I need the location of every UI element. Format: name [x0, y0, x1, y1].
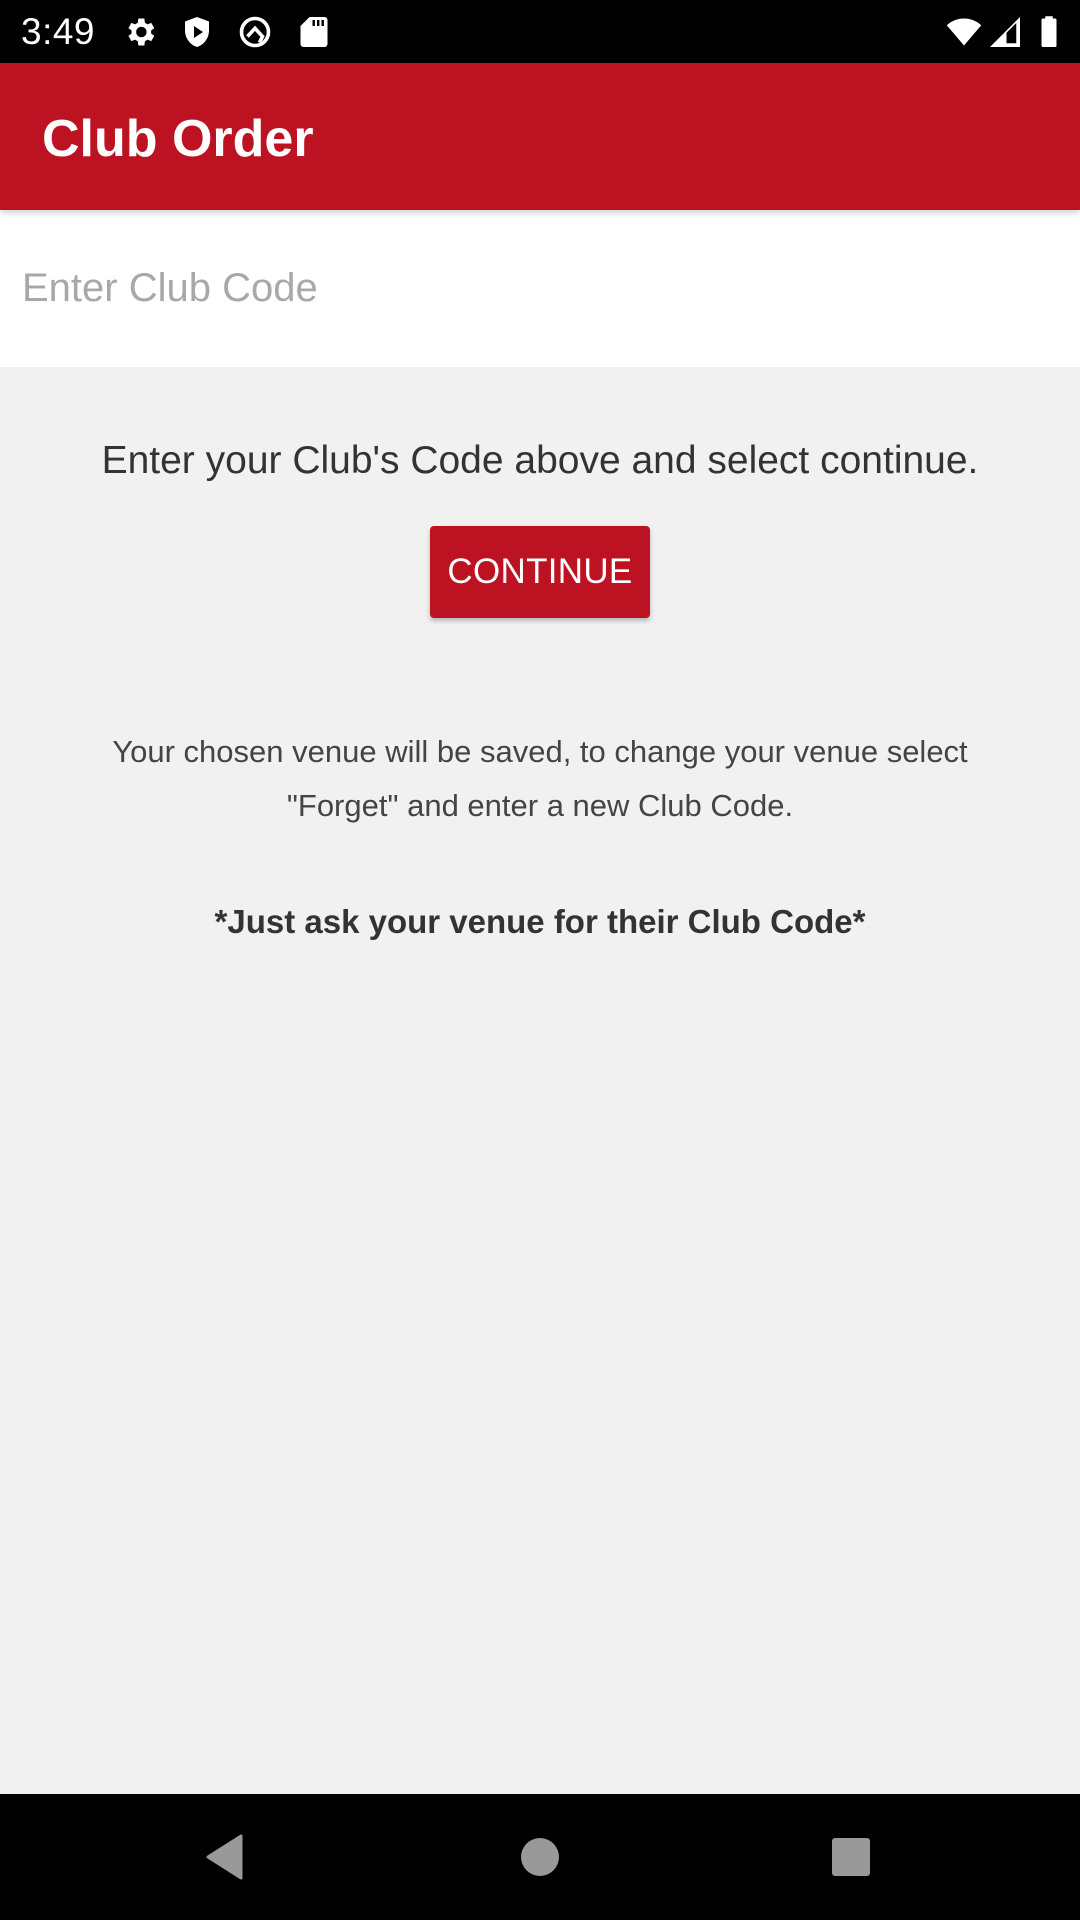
- nav-recents-button[interactable]: [811, 1824, 891, 1890]
- battery-icon: [1031, 14, 1067, 50]
- club-code-field: [0, 210, 1080, 367]
- club-code-tip: *Just ask your venue for their Club Code…: [214, 903, 866, 940]
- nav-back-button[interactable]: [185, 1824, 265, 1890]
- instruction-text: Enter your Club's Code above and select …: [101, 439, 979, 482]
- sd-card-icon: [296, 14, 332, 50]
- cellular-signal-icon: [987, 14, 1023, 50]
- continue-button[interactable]: CONTINUE: [430, 526, 650, 618]
- play-protect-shield-icon: [179, 14, 215, 50]
- recents-square-icon: [832, 1838, 870, 1876]
- status-bar: 3:49: [0, 0, 1080, 63]
- status-time: 3:49: [21, 11, 96, 52]
- club-code-input[interactable]: [0, 210, 1080, 367]
- wifi-icon: [944, 14, 984, 50]
- app-title: Club Order: [42, 110, 314, 168]
- app-bar: Club Order: [0, 63, 1080, 210]
- settings-gear-icon: [122, 14, 158, 50]
- nav-home-button[interactable]: [500, 1824, 580, 1890]
- android-q-icon: [237, 14, 273, 50]
- system-nav-bar: [0, 1794, 1080, 1920]
- venue-saved-note: Your chosen venue will be saved, to chan…: [112, 734, 968, 823]
- back-triangle-icon: [206, 1834, 243, 1880]
- home-circle-icon: [521, 1838, 559, 1876]
